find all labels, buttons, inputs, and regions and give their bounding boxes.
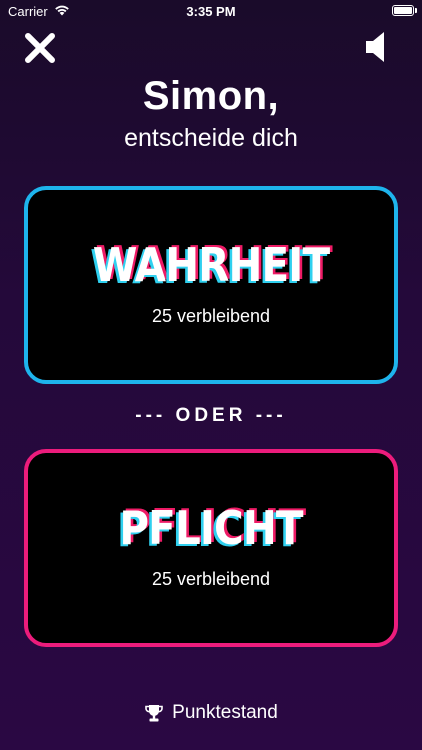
close-icon xyxy=(25,33,55,63)
battery-cap xyxy=(415,8,417,13)
close-button[interactable] xyxy=(22,30,58,66)
dare-remaining-count: 25 verbleibend xyxy=(151,569,271,589)
score-button[interactable]: Punktestand xyxy=(0,702,422,724)
dare-label: PFLICHT xyxy=(119,501,303,555)
page-subtitle: entscheide dich xyxy=(124,124,298,152)
sound-toggle-button[interactable] xyxy=(364,30,392,64)
dare-card-button[interactable]: PFLICHT 25 verbleibend xyxy=(24,449,398,647)
truth-label: WAHRHEIT xyxy=(92,238,330,292)
score-label: Punktestand xyxy=(172,702,278,723)
or-divider: --- ODER --- xyxy=(135,405,287,426)
trophy-icon xyxy=(145,705,163,722)
truth-remaining-count: 25 verbleibend xyxy=(151,306,271,326)
status-bar: Carrier 3:35 PM xyxy=(0,0,422,24)
battery-icon xyxy=(392,5,414,16)
speaker-icon xyxy=(366,32,384,62)
battery-level xyxy=(394,7,412,14)
status-time: 3:35 PM xyxy=(186,4,236,19)
truth-card-button[interactable]: WAHRHEIT 25 verbleibend xyxy=(24,186,398,384)
page-title: Simon, xyxy=(142,74,280,118)
